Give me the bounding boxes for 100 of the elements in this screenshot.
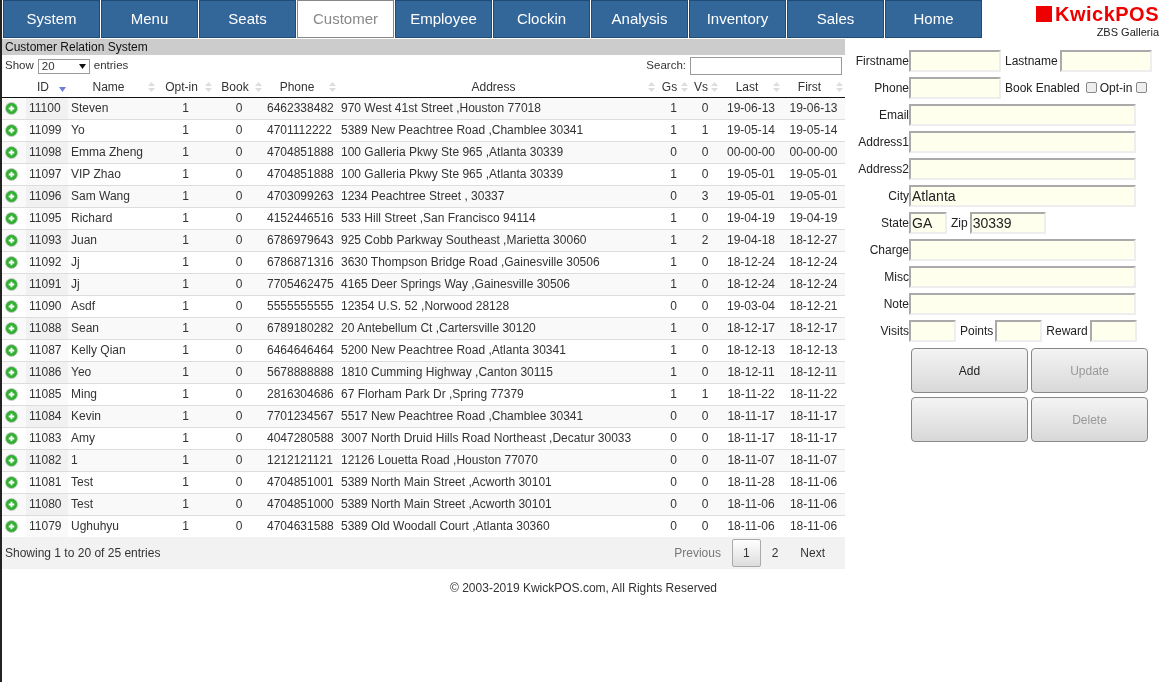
plus-circle-icon[interactable] [5,299,18,313]
section-title: Customer Relation System [2,39,845,55]
plus-circle-icon[interactable] [5,497,18,511]
nav-tab[interactable]: Analysis [591,0,688,38]
input-field[interactable] [909,265,1136,288]
table-cell: 0 [657,141,690,163]
nav-tab[interactable]: Employee [395,0,492,38]
table-cell: 11079 [26,515,68,537]
nav-tab[interactable]: Customer [297,0,394,38]
input-field[interactable] [909,292,1136,315]
field-label: Phone [873,79,909,97]
nav-tab[interactable]: Home [885,0,982,38]
input-field[interactable] [909,130,1136,153]
table-cell: 00-00-00 [720,141,782,163]
table-cell: 1 [157,273,214,295]
plus-circle-icon[interactable] [5,431,18,445]
table-cell: 925 Cobb Parkway Southeast ,Marietta 30060 [338,229,657,251]
column-header[interactable]: First [797,79,822,94]
field-label: Misc [883,268,909,286]
column-header[interactable]: Last [735,79,759,94]
plus-circle-icon[interactable] [5,365,18,379]
plus-circle-icon[interactable] [5,409,18,423]
page-button[interactable]: 1 [731,539,761,567]
table-cell: 0 [214,493,264,515]
table-cell: 1810 Cumming Highway ,Canton 30115 [338,361,657,383]
nav-tab[interactable]: System [3,0,100,38]
input-field[interactable] [1089,319,1137,342]
nav-tab[interactable]: Inventory [689,0,786,38]
plus-circle-icon[interactable] [5,387,18,401]
plus-circle-icon[interactable] [5,475,18,489]
plus-circle-icon[interactable] [5,123,18,137]
plus-circle-icon[interactable] [5,343,18,357]
input-field[interactable]: 30339 [969,211,1046,234]
column-header[interactable]: Vs [694,79,708,94]
input-field[interactable]: Atlanta [909,184,1136,207]
plus-circle-icon[interactable] [5,255,18,269]
table-cell: 1 [157,361,214,383]
table-cell: 0 [690,361,720,383]
table-cell: 0 [690,317,720,339]
plus-circle-icon[interactable] [5,321,18,335]
input-field[interactable] [909,319,956,342]
table-cell: 970 West 41st Street ,Houston 77018 [338,97,657,119]
table-cell: 1 [657,229,690,251]
field-label: Points [960,322,994,340]
nav-tab[interactable]: Sales [787,0,884,38]
input-field[interactable] [995,319,1043,342]
plus-circle-icon[interactable] [5,453,18,467]
input-field[interactable] [909,157,1136,180]
table-cell: 0 [690,97,720,119]
table-cell: 11091 [26,273,68,295]
page-length-select[interactable]: 20 [37,58,90,74]
field-label: Email [878,106,909,124]
input-field[interactable] [909,238,1136,261]
table-cell: 18-12-11 [782,361,845,383]
checkbox-label: Book Enabled [1005,79,1080,97]
table-cell: 7701234567 [264,405,338,427]
column-header[interactable]: ID [37,79,49,94]
plus-circle-icon[interactable] [5,277,18,291]
table-cell: 18-12-17 [782,317,845,339]
table-cell: 0 [214,361,264,383]
table-cell: 0 [657,185,690,207]
nav-tab[interactable]: Seats [199,0,296,38]
table-cell: 6786979643 [264,229,338,251]
plus-circle-icon[interactable] [5,211,18,225]
nav-tab[interactable]: Clockin [493,0,590,38]
table-cell: 1 [157,449,214,471]
input-field[interactable] [1059,49,1152,72]
table-cell: 11087 [26,339,68,361]
field-label: Visits [879,322,909,340]
plus-circle-icon[interactable] [5,519,18,533]
plus-circle-icon[interactable] [5,167,18,181]
form-button[interactable]: Add [911,348,1028,393]
column-header[interactable]: Address [471,79,516,94]
plus-circle-icon[interactable] [5,101,18,115]
table-cell: 0 [214,141,264,163]
column-header[interactable]: Gs [661,79,678,94]
column-header[interactable]: Opt-in [165,79,198,94]
column-header[interactable]: Name [92,79,125,94]
plus-circle-icon[interactable] [5,145,18,159]
input-field[interactable] [909,49,1001,72]
checkbox-label: Opt-in [1099,79,1133,97]
column-header[interactable]: Book [221,79,249,94]
table-cell: 11081 [26,471,68,493]
input-field[interactable]: GA [909,211,947,234]
nav-tab[interactable]: Menu [101,0,198,38]
page-button[interactable]: 2 [760,539,790,567]
checkbox[interactable] [1085,82,1097,93]
next-button[interactable]: Next [789,539,836,567]
input-field[interactable] [909,76,1001,99]
column-header[interactable]: Phone [279,79,315,94]
plus-circle-icon[interactable] [5,233,18,247]
input-field[interactable] [909,103,1136,126]
checkbox[interactable] [1136,82,1148,93]
table-cell: Test [68,493,157,515]
search-field[interactable] [690,57,842,75]
table-cell: 4704851888 [264,141,338,163]
blank-button[interactable] [911,397,1028,442]
plus-circle-icon[interactable] [5,189,18,203]
location-name: ZBS Galleria [1095,26,1159,38]
table-cell: 5517 New Peachtree Road ,Chamblee 30341 [338,405,657,427]
